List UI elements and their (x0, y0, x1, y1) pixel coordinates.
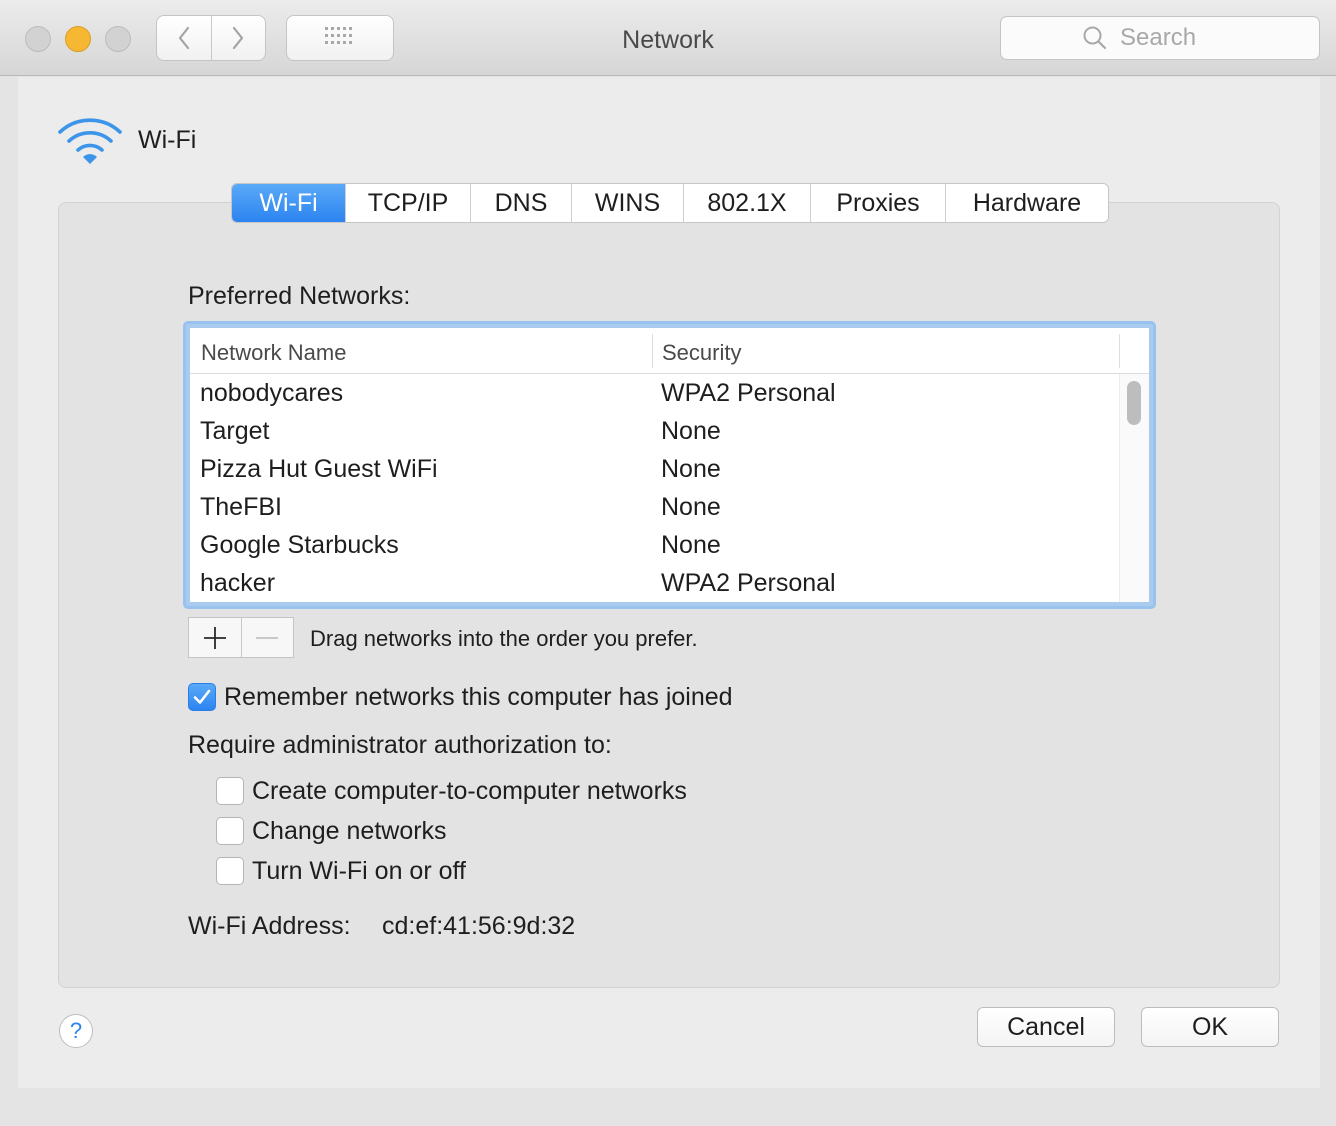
tab-8021x[interactable]: 802.1X (683, 184, 810, 222)
cancel-button[interactable]: Cancel (977, 1007, 1115, 1047)
security-cell: None (661, 455, 721, 483)
plus-icon (203, 626, 226, 649)
table-body: Network Name Security nobodycares WPA2 P… (190, 328, 1149, 602)
table-row[interactable]: hacker WPA2 Personal (190, 566, 1120, 602)
remove-network-button[interactable] (240, 618, 294, 657)
tab-wifi[interactable]: Wi-Fi (232, 184, 345, 222)
security-cell: WPA2 Personal (661, 569, 836, 597)
column-header-security[interactable]: Security (662, 340, 741, 366)
preferred-networks-table[interactable]: Network Name Security nobodycares WPA2 P… (183, 321, 1156, 609)
network-name-cell: nobodycares (200, 379, 344, 407)
minus-icon (256, 636, 279, 639)
tab-wins[interactable]: WINS (571, 184, 683, 222)
interface-title: Wi-Fi (138, 126, 197, 154)
table-header: Network Name Security (190, 328, 1149, 374)
ok-button[interactable]: OK (1141, 1007, 1279, 1047)
tab-hardware[interactable]: Hardware (945, 184, 1108, 222)
table-row[interactable]: nobodycares WPA2 Personal (190, 376, 1120, 414)
table-row[interactable]: Target None (190, 414, 1120, 452)
table-row[interactable]: Pizza Hut Guest WiFi None (190, 452, 1120, 490)
network-name-cell: Pizza Hut Guest WiFi (200, 455, 438, 483)
network-name-cell: Google Starbucks (200, 531, 399, 559)
column-divider[interactable] (1119, 334, 1120, 368)
security-cell: None (661, 531, 721, 559)
wifi-address-label: Wi-Fi Address: (188, 912, 351, 940)
column-header-network-name[interactable]: Network Name (201, 340, 346, 366)
create-networks-checkbox[interactable] (216, 777, 244, 805)
security-cell: None (661, 417, 721, 445)
tab-tcpip[interactable]: TCP/IP (345, 184, 470, 222)
remember-networks-checkbox[interactable] (188, 683, 216, 711)
add-remove-controls (188, 617, 294, 658)
column-divider[interactable] (652, 334, 653, 368)
add-network-button[interactable] (189, 618, 241, 657)
scrollbar-thumb[interactable] (1127, 381, 1141, 425)
checkmark-icon (193, 689, 211, 704)
table-row[interactable]: TheFBI None (190, 490, 1120, 528)
security-cell: None (661, 493, 721, 521)
search-field[interactable] (1000, 16, 1320, 60)
change-networks-label[interactable]: Change networks (252, 817, 447, 846)
require-authorization-label: Require administrator authorization to: (188, 731, 612, 759)
drag-hint-text: Drag networks into the order you prefer. (310, 626, 698, 651)
remember-networks-label[interactable]: Remember networks this computer has join… (224, 683, 733, 712)
wifi-address-value: cd:ef:41:56:9d:32 (382, 912, 576, 940)
change-networks-checkbox[interactable] (216, 817, 244, 845)
security-cell: WPA2 Personal (661, 379, 836, 407)
tab-proxies[interactable]: Proxies (810, 184, 945, 222)
network-name-cell: hacker (200, 569, 276, 597)
network-name-cell: Target (200, 417, 270, 445)
help-button[interactable]: ? (59, 1014, 93, 1048)
network-name-cell: TheFBI (200, 493, 282, 521)
wifi-icon (58, 118, 122, 164)
tab-dns[interactable]: DNS (470, 184, 571, 222)
tab-bar: Wi-Fi TCP/IP DNS WINS 802.1X Proxies Har… (231, 183, 1109, 223)
title-bar: Network (0, 0, 1336, 76)
table-row[interactable]: Google Starbucks None (190, 528, 1120, 566)
search-icon (1083, 26, 1107, 50)
preferred-networks-label: Preferred Networks: (188, 282, 411, 310)
create-networks-label[interactable]: Create computer-to-computer networks (252, 777, 687, 806)
toggle-wifi-label[interactable]: Turn Wi-Fi on or off (252, 857, 466, 886)
toggle-wifi-checkbox[interactable] (216, 857, 244, 885)
search-input[interactable] (1118, 23, 1238, 53)
